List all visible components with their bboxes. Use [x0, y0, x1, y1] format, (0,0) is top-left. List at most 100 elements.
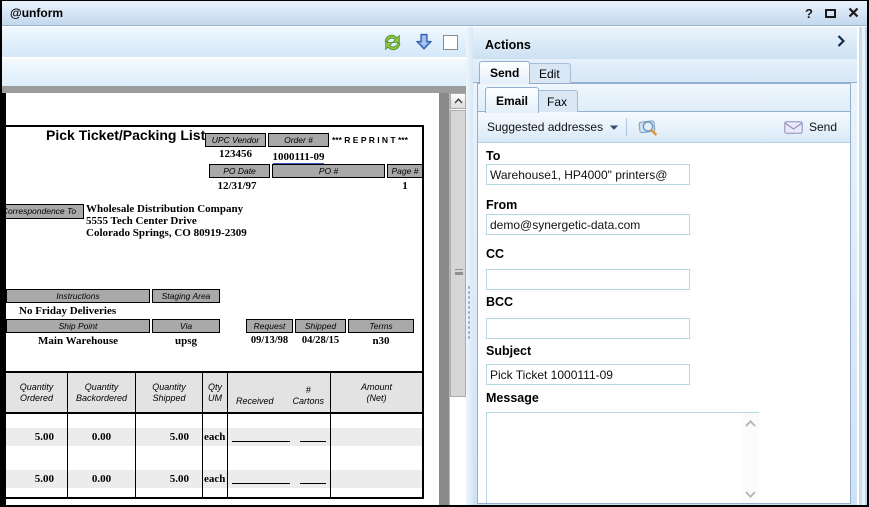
to-input[interactable] — [486, 164, 690, 185]
tab-edit[interactable]: Edit — [528, 63, 571, 84]
request-value: 09/13/98 — [250, 335, 289, 346]
form-right-border — [422, 125, 424, 371]
ship-point-value: Main Warehouse — [38, 335, 118, 347]
qty-um-value: each — [203, 428, 228, 446]
po-number-header: PO # — [272, 164, 385, 178]
order-number-link[interactable]: 1000111-09 — [272, 151, 325, 164]
message-textarea[interactable] — [486, 412, 759, 503]
download-button[interactable] — [412, 31, 435, 54]
suggested-addresses-dropdown[interactable]: Suggested addresses — [487, 120, 618, 134]
download-arrow-icon — [415, 33, 432, 50]
col-quantity-ordered: Quantity Ordered — [6, 373, 68, 412]
help-button[interactable]: ? — [805, 7, 813, 20]
correspondence-street: 5555 Tech Center Drive — [86, 215, 197, 227]
cc-input[interactable] — [486, 269, 690, 290]
document-scrollbar[interactable] — [449, 93, 466, 505]
toolbar-spacer-band — [2, 59, 466, 86]
terms-header: Terms — [348, 319, 414, 333]
email-form: To From CC BCC Subject Message — [478, 143, 850, 503]
items-spacer-row — [6, 446, 422, 470]
qty-backordered-value: 0.00 — [68, 428, 136, 446]
document-preview-viewport: Pick Ticket/Packing List UPC Vendor Orde… — [2, 93, 449, 505]
bcc-input[interactable] — [486, 318, 690, 339]
actions-panel-header: Actions — [473, 27, 857, 59]
correspondence-city: Colorado Springs, CO 80919-2309 — [86, 227, 247, 239]
window-titlebar: @unform ? — [2, 1, 867, 26]
tab-email[interactable]: Email — [485, 87, 540, 113]
send-button[interactable]: Send — [780, 118, 841, 136]
window-edge-stripes — [857, 27, 867, 505]
subject-label: Subject — [486, 344, 532, 358]
items-spacer-row — [6, 488, 422, 497]
tab-send[interactable]: Send — [479, 61, 531, 84]
chevron-up-icon — [453, 98, 463, 104]
via-header: Via — [152, 319, 220, 333]
send-edit-tabstrip: Send Edit — [473, 59, 857, 84]
chevron-down-icon[interactable] — [745, 491, 756, 498]
chevron-right-icon — [837, 35, 846, 47]
toolbar-separator — [626, 118, 628, 136]
request-header: Request — [246, 319, 293, 333]
select-page-checkbox[interactable] — [443, 34, 458, 50]
qty-ordered-value: 5.00 — [6, 428, 68, 446]
chevron-up-icon[interactable] — [745, 420, 756, 427]
terms-value: n30 — [372, 335, 390, 347]
via-value: upsg — [174, 335, 198, 347]
po-date-header: PO Date — [209, 164, 270, 178]
shipped-value: 04/28/15 — [301, 335, 340, 346]
order-number-header: Order # — [268, 133, 329, 147]
scrollbar-thumb[interactable] — [450, 110, 466, 397]
suggested-addresses-label: Suggested addresses — [487, 120, 604, 134]
received-blank — [228, 470, 331, 488]
instructions-value: No Friday Deliveries — [19, 305, 117, 317]
form-top-border — [6, 125, 424, 127]
page-number-value: 1 — [402, 180, 408, 192]
items-spacer-row — [6, 414, 422, 428]
reprint-stamp: *** R E P R I N T *** — [332, 135, 408, 145]
subject-input[interactable] — [486, 364, 690, 385]
from-input[interactable] — [486, 214, 690, 235]
unform-window: @unform ? Pick Ticket/Packing List UPC V… — [0, 0, 869, 507]
amount-value — [331, 428, 422, 446]
maximize-button[interactable] — [825, 7, 836, 20]
document-title: Pick Ticket/Packing List — [46, 127, 206, 143]
email-fax-tabstrip: Email Fax — [478, 84, 850, 113]
col-quantity-backordered: Quantity Backordered — [68, 373, 136, 412]
qty-shipped-value: 5.00 — [136, 428, 203, 446]
send-tab-content: Email Fax Suggested addresses Send To Wa… — [477, 83, 851, 504]
line-items-table: Quantity Ordered Quantity Backordered Qu… — [6, 371, 424, 499]
amount-value — [331, 470, 422, 488]
chevron-down-icon — [610, 124, 618, 130]
col-received: Received — [236, 396, 274, 406]
actions-title: Actions — [485, 38, 531, 52]
col-quantity-shipped: Quantity Shipped — [136, 373, 203, 412]
refresh-icon — [384, 34, 401, 50]
cc-label: CC — [486, 247, 505, 261]
col-cartons: # Cartons — [292, 385, 324, 406]
pane-splitter[interactable] — [466, 27, 473, 505]
refresh-button[interactable] — [381, 31, 404, 54]
tab-fax[interactable]: Fax — [536, 90, 579, 113]
address-search-icon — [638, 119, 657, 136]
document-page: Pick Ticket/Packing List UPC Vendor Orde… — [2, 93, 439, 505]
to-label: To — [486, 149, 501, 163]
upc-vendor-header: UPC Vendor — [205, 133, 266, 147]
qty-shipped-value: 5.00 — [136, 470, 203, 488]
address-search-button[interactable] — [635, 115, 661, 139]
col-received-cartons: Received # Cartons — [228, 373, 331, 412]
email-toolbar: Suggested addresses Send — [478, 112, 850, 143]
send-envelope-icon — [784, 120, 803, 134]
qty-ordered-value: 5.00 — [6, 470, 68, 488]
correspondence-company: Wholesale Distribution Company — [86, 203, 244, 215]
scroll-up-button[interactable] — [450, 93, 466, 109]
collapse-panel-button[interactable] — [837, 34, 846, 52]
col-amount-net: Amount (Net) — [360, 381, 393, 403]
qty-um-value: each — [203, 470, 228, 488]
close-button[interactable] — [848, 7, 859, 20]
maximize-icon — [825, 8, 836, 18]
message-label: Message — [486, 391, 539, 405]
received-blank — [228, 428, 331, 446]
message-scrollbar[interactable] — [742, 413, 759, 503]
send-button-label: Send — [808, 120, 837, 134]
col-qty-um: Qty UM — [203, 373, 228, 412]
